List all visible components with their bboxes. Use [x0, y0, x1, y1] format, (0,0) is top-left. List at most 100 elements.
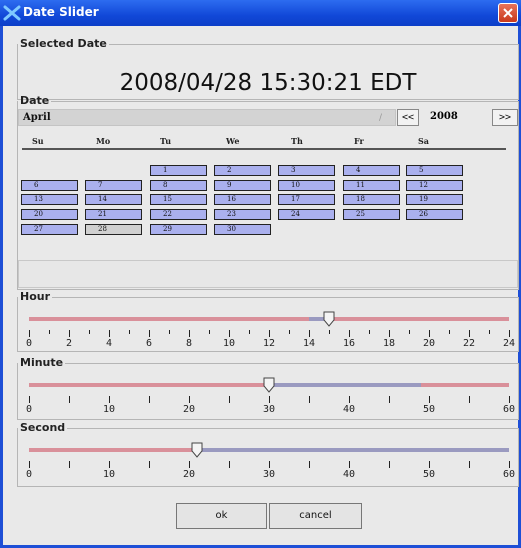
second-tick-label: 20	[183, 469, 196, 480]
month-year-bar: April ∕ << 2008 >>	[18, 109, 518, 127]
close-button[interactable]	[498, 3, 518, 23]
calendar-day[interactable]: 28	[85, 224, 142, 235]
hour-tick	[69, 330, 70, 337]
second-tick-label: 0	[26, 469, 33, 480]
minute-tick	[29, 396, 30, 403]
calendar-day[interactable]: 3	[278, 165, 335, 176]
second-tick	[69, 461, 70, 468]
close-icon	[503, 8, 513, 18]
weekday-label: Tu	[160, 136, 172, 146]
hour-slider-thumb[interactable]	[323, 311, 335, 327]
minute-legend: Minute	[20, 356, 64, 369]
calendar-day[interactable]: 14	[85, 194, 142, 205]
hour-tick	[269, 330, 270, 337]
weekday-label: Su	[32, 136, 44, 146]
minute-slider-thumb[interactable]	[263, 377, 275, 393]
second-tick-label: 40	[343, 469, 356, 480]
hour-tick	[189, 330, 190, 337]
calendar-day[interactable]: 19	[406, 194, 463, 205]
calendar-day[interactable]: 8	[150, 180, 207, 191]
calendar-day[interactable]: 23	[214, 209, 271, 220]
hour-tick-label: 10	[223, 338, 236, 349]
minute-tick	[389, 396, 390, 403]
hour-tick	[369, 330, 370, 334]
calendar-day[interactable]: 16	[214, 194, 271, 205]
calendar-day[interactable]: 27	[21, 224, 78, 235]
hour-tick	[329, 330, 330, 334]
hour-tick	[149, 330, 150, 337]
title-bar[interactable]: Date Slider	[0, 0, 521, 26]
calendar-day[interactable]: 17	[278, 194, 335, 205]
calendar-day[interactable]: 1	[150, 165, 207, 176]
second-legend: Second	[20, 421, 66, 434]
selected-datetime-display: 2008/04/28 15:30:21 EDT	[119, 70, 417, 96]
second-tick	[189, 461, 190, 468]
calendar-day[interactable]: 15	[150, 194, 207, 205]
hour-tick	[309, 330, 310, 337]
second-slider-range	[197, 448, 509, 452]
minute-tick-label: 60	[503, 404, 516, 415]
hour-slider-track[interactable]	[29, 317, 509, 321]
calendar-day[interactable]: 13	[21, 194, 78, 205]
hour-tick	[29, 330, 30, 337]
calendar-day[interactable]: 25	[343, 209, 400, 220]
calendar-day[interactable]: 7	[85, 180, 142, 191]
hour-tick	[129, 330, 130, 334]
calendar-day[interactable]: 12	[406, 180, 463, 191]
hour-tick-label: 12	[263, 338, 276, 349]
calendar-day[interactable]: 29	[150, 224, 207, 235]
ok-button[interactable]: ok	[176, 503, 267, 529]
hour-tick	[469, 330, 470, 337]
calendar-day[interactable]: 6	[21, 180, 78, 191]
hour-tick	[49, 330, 50, 334]
minute-tick-label: 10	[103, 404, 116, 415]
second-tick	[269, 461, 270, 468]
second-tick	[509, 461, 510, 468]
calendar-day[interactable]: 18	[343, 194, 400, 205]
hour-tick-label: 2	[66, 338, 73, 349]
minute-tick-label: 40	[343, 404, 356, 415]
hour-tick	[109, 330, 110, 337]
minute-tick	[469, 396, 470, 403]
next-year-button[interactable]: >>	[492, 109, 518, 126]
calendar-day[interactable]: 24	[278, 209, 335, 220]
empty-panel	[18, 260, 518, 288]
hour-tick	[489, 330, 490, 334]
calendar-day[interactable]: 26	[406, 209, 463, 220]
calendar-day[interactable]: 2	[214, 165, 271, 176]
calendar-day[interactable]: 4	[343, 165, 400, 176]
second-tick	[109, 461, 110, 468]
second-tick-label: 60	[503, 469, 516, 480]
second-slider-thumb[interactable]	[191, 442, 203, 458]
date-legend: Date	[20, 94, 50, 107]
second-tick	[469, 461, 470, 468]
hour-tick-label: 8	[186, 338, 193, 349]
cancel-button[interactable]: cancel	[269, 503, 362, 529]
calendar-day[interactable]: 21	[85, 209, 142, 220]
minute-tick	[349, 396, 350, 403]
minute-tick-label: 0	[26, 404, 33, 415]
hour-tick	[409, 330, 410, 334]
minute-tick-label: 30	[263, 404, 276, 415]
minute-tick	[309, 396, 310, 403]
month-select[interactable]: April ∕	[18, 109, 396, 126]
second-tick	[149, 461, 150, 468]
calendar-day[interactable]: 5	[406, 165, 463, 176]
weekday-label: Th	[291, 136, 303, 146]
hour-tick	[349, 330, 350, 337]
calendar-day[interactable]: 11	[343, 180, 400, 191]
minute-tick-label: 20	[183, 404, 196, 415]
minute-tick	[109, 396, 110, 403]
calendar-day[interactable]: 10	[278, 180, 335, 191]
hour-tick	[289, 330, 290, 334]
hour-tick-label: 22	[463, 338, 476, 349]
hour-tick-label: 14	[303, 338, 316, 349]
prev-year-button[interactable]: <<	[397, 109, 419, 126]
second-tick-label: 10	[103, 469, 116, 480]
weekday-label: Fr	[354, 136, 364, 146]
calendar-day[interactable]: 20	[21, 209, 78, 220]
calendar-day[interactable]: 30	[214, 224, 271, 235]
hour-tick	[389, 330, 390, 337]
calendar-day[interactable]: 22	[150, 209, 207, 220]
calendar-day[interactable]: 9	[214, 180, 271, 191]
